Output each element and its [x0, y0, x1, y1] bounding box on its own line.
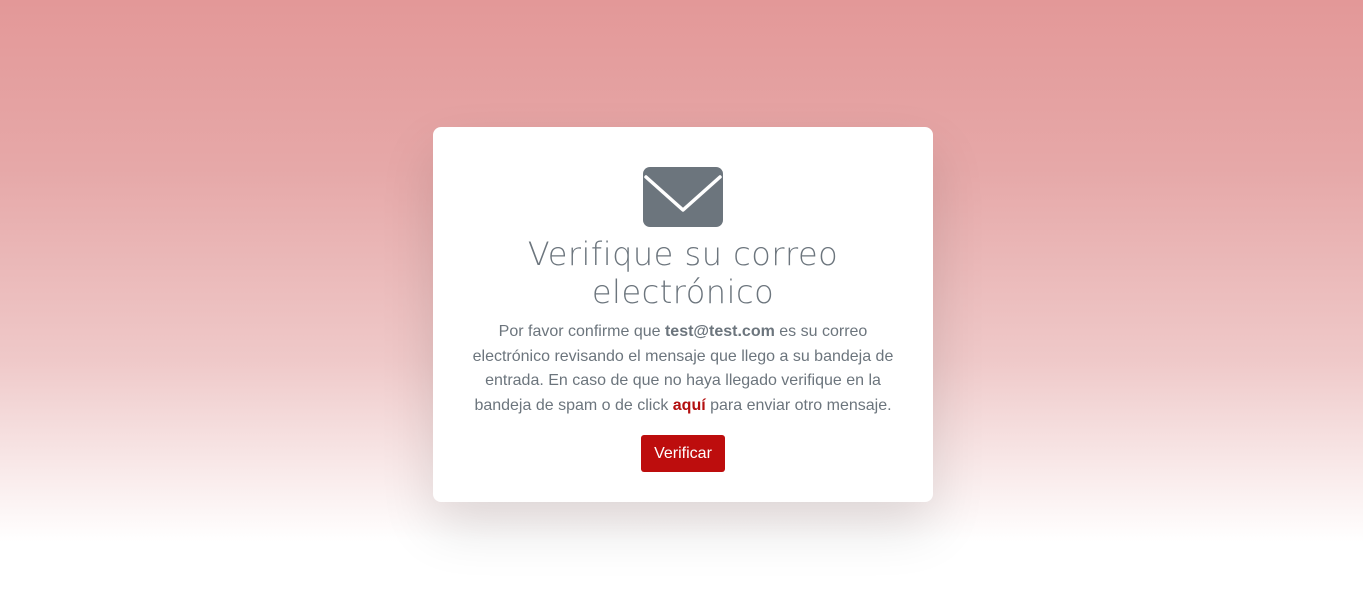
email-address: test@test.com	[664, 323, 775, 340]
verify-button[interactable]: Verificar	[641, 435, 725, 472]
resend-link[interactable]: aquí	[673, 397, 706, 414]
verification-card: Verifique su correo electrónico Por favo…	[433, 127, 933, 502]
message-text-1: Por favor confirme que	[498, 323, 665, 340]
page-title: Verifique su correo electrónico	[433, 235, 933, 311]
envelope-icon	[643, 167, 723, 227]
title-line-2: electrónico	[591, 273, 775, 311]
message-text-3: para enviar otro mensaje.	[705, 396, 892, 414]
verification-message: Por favor confirme que test@test.com es …	[471, 320, 895, 418]
title-line-1: Verifique su correo	[527, 235, 839, 273]
